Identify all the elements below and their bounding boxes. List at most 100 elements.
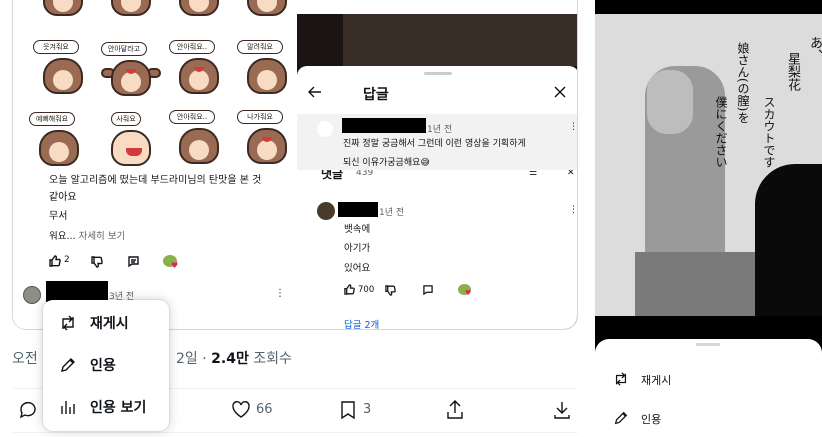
comment-line: 같아요 (49, 192, 77, 203)
close-icon[interactable] (554, 86, 566, 98)
read-more-link[interactable]: 자세히 보기 (79, 231, 126, 242)
sticker-hug-me: 안아달라고 (99, 42, 163, 102)
heart-icon: ♥ (465, 289, 472, 297)
view-quotes-menu-item[interactable]: 인용 보기 (43, 386, 169, 428)
sticker-stop: 말려줘요 (235, 40, 299, 100)
reply-line: 뱃속에 (344, 224, 371, 235)
reply-sheet: 답글 1년 전 ⋮ 진짜 정말 궁금해서 그런데 이런 영상을 기획하게 되신 … (297, 66, 577, 329)
sticker (167, 0, 231, 22)
views-label[interactable]: 조회수 (253, 351, 292, 367)
comic-text: あ、 (807, 36, 822, 62)
heart-icon: ♥ (171, 261, 179, 270)
sticker-label: 안아줘요.. (169, 110, 215, 124)
comments-count: 439 (356, 170, 374, 178)
comment-truncated: 워요... (49, 231, 76, 242)
sticker-label: 말려줘요 (237, 40, 283, 54)
comment-line: 워요... 자세히 보기 (49, 228, 125, 245)
thumbs-down-icon[interactable] (91, 256, 103, 268)
thumbs-down-icon[interactable] (385, 285, 396, 296)
close-icon[interactable]: ✕ (567, 170, 575, 179)
repost-icon (62, 315, 74, 331)
view-quotes-label: 인용 보기 (90, 400, 147, 416)
reply-icon[interactable] (128, 256, 139, 267)
divider (12, 432, 578, 433)
sticker (99, 0, 163, 22)
reply-time: 1년 전 (379, 208, 405, 218)
sticker-hug-2: 안아줘요.. (167, 110, 231, 170)
image-viewer: あ、 星梨花 スカウトです 娘さん(の膣)を 僕にください 재게시 인용 (595, 0, 822, 437)
comic-text: 僕にください (714, 96, 728, 168)
avatar[interactable] (317, 202, 335, 220)
video-top-bar (297, 0, 577, 14)
back-arrow-icon[interactable] (307, 84, 323, 100)
comic-head (647, 70, 693, 134)
original-time: 1년 전 (427, 125, 453, 135)
quote-pen-icon[interactable] (613, 410, 629, 426)
comment-line: 오늘 알고리즘에 떴는데 부드라미님의 탄맛을 본 것 (49, 175, 262, 186)
sticker (235, 0, 299, 22)
comment-like-count: 2 (64, 255, 70, 265)
reply-icon[interactable] (18, 400, 38, 420)
repost-label[interactable]: 재게시 (641, 372, 671, 388)
quote-menu-item[interactable]: 인용 (43, 344, 169, 386)
comic-text: 娘さん(の膣)を (736, 42, 750, 124)
original-comment-line: 되신 이유가궁금해요😅 (343, 158, 430, 168)
comic-text: スカウトです (762, 96, 776, 168)
quote-pen-icon (61, 358, 75, 372)
download-icon[interactable] (552, 400, 572, 420)
sticker-hug: 안아줘요.. (167, 40, 231, 100)
repost-icon[interactable] (613, 371, 629, 387)
repost-label: 재게시 (90, 316, 129, 332)
reply-icon[interactable] (423, 285, 433, 295)
avatar[interactable] (23, 286, 41, 304)
view-replies-link[interactable]: 답글 2개 (344, 317, 379, 329)
original-comment-line: 진짜 정말 궁금해서 그런데 이런 영상을 기획하게 (343, 139, 526, 149)
sticker-label: 사줘요 (111, 112, 141, 126)
thumbs-up-icon[interactable] (344, 284, 355, 295)
sticker-funny: 웃겨줘요 (31, 40, 95, 100)
post-date: 2일 · (176, 351, 207, 367)
sticker-label: 예뻐해줘요 (29, 112, 75, 126)
quote-label[interactable]: 인용 (641, 411, 661, 427)
media-image-left[interactable]: 웃겨줘요 안아달라고 안아줘요.. 말려줘요 예뻐해줘요 사줘요 안아줘요.. … (13, 0, 299, 329)
quote-label: 인용 (90, 358, 116, 374)
reply-line: 있어요 (344, 263, 371, 274)
sheet-title: 답글 (363, 87, 389, 103)
like-icon[interactable] (231, 400, 251, 420)
sort-icon[interactable]: ☰ (529, 170, 537, 179)
tweet-media-card[interactable]: 웃겨줘요 안아달라고 안아줘요.. 말려줘요 예뻐해줘요 사줘요 안아줘요.. … (12, 0, 578, 330)
sticker (31, 0, 95, 22)
post-meta: 2일 · 2.4만 조회수 (176, 348, 292, 368)
redacted-username (338, 202, 378, 217)
repost-menu: 재게시 인용 인용 보기 (43, 300, 169, 431)
time-prefix: 오전 (12, 351, 38, 367)
bookmark-count: 3 (363, 402, 372, 417)
more-options-icon[interactable]: ⋮ (275, 288, 285, 299)
share-icon[interactable] (445, 400, 465, 420)
sticker-cute: 예뻐해줘요 (27, 112, 91, 172)
avatar[interactable] (317, 121, 333, 137)
bar-chart-icon (61, 401, 75, 414)
like-count: 66 (256, 402, 273, 417)
repost-bottom-sheet: 재게시 인용 (595, 339, 822, 437)
sticker-label: 웃겨줘요 (33, 40, 79, 54)
post-timestamp: 오전 (12, 348, 38, 368)
more-options-icon[interactable]: ⋮ (569, 122, 577, 132)
drag-handle[interactable] (696, 343, 720, 346)
video-frame (343, 14, 577, 66)
sticker-leave: 나가줘요 (235, 110, 299, 170)
views-count: 2.4만 (211, 351, 249, 367)
more-options-icon[interactable]: ⋮ (569, 205, 577, 215)
sticker-label: 안아달라고 (101, 42, 147, 56)
drag-handle[interactable] (424, 72, 452, 75)
reply-like-count: 700 (358, 285, 375, 295)
sticker-label: 나가줘요 (237, 110, 283, 124)
redacted-username (46, 281, 108, 302)
thumbs-up-icon[interactable] (49, 255, 61, 267)
bookmark-icon[interactable] (338, 400, 358, 420)
sticker-label: 안아줘요.. (169, 40, 215, 54)
sticker-buy: 사줘요 (99, 112, 163, 172)
comic-image[interactable]: あ、 星梨花 スカウトです 娘さん(の膣)を 僕にください (595, 14, 822, 316)
repost-menu-item[interactable]: 재게시 (43, 302, 169, 344)
comic-text: 星梨花 (785, 52, 800, 91)
